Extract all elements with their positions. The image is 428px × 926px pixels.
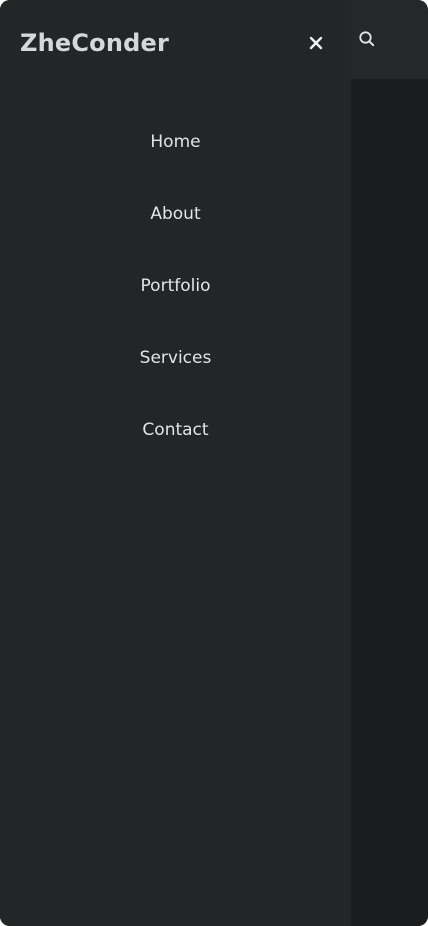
drawer-header: ZheConder (0, 0, 351, 86)
nav-item-services: Services (0, 338, 351, 410)
brand-logo-text[interactable]: ZheConder (20, 26, 169, 60)
nav-menu: Home About Portfolio Services Contact (0, 122, 351, 482)
nav-link-about[interactable]: About (138, 194, 212, 234)
nav-drawer: ZheConder Home About Portfolio Services (0, 0, 351, 926)
nav-item-contact: Contact (0, 410, 351, 482)
nav-item-portfolio: Portfolio (0, 266, 351, 338)
close-drawer-button[interactable] (305, 32, 327, 54)
app-screen: ZheConder Home About Portfolio Services (0, 0, 428, 926)
close-icon (309, 36, 323, 50)
nav-link-services[interactable]: Services (128, 338, 224, 378)
nav-link-home[interactable]: Home (138, 122, 212, 162)
nav-item-about: About (0, 194, 351, 266)
nav-link-portfolio[interactable]: Portfolio (129, 266, 223, 306)
search-button[interactable] (356, 28, 378, 50)
search-icon (359, 31, 375, 47)
nav-link-contact[interactable]: Contact (130, 410, 220, 450)
nav-item-home: Home (0, 122, 351, 194)
